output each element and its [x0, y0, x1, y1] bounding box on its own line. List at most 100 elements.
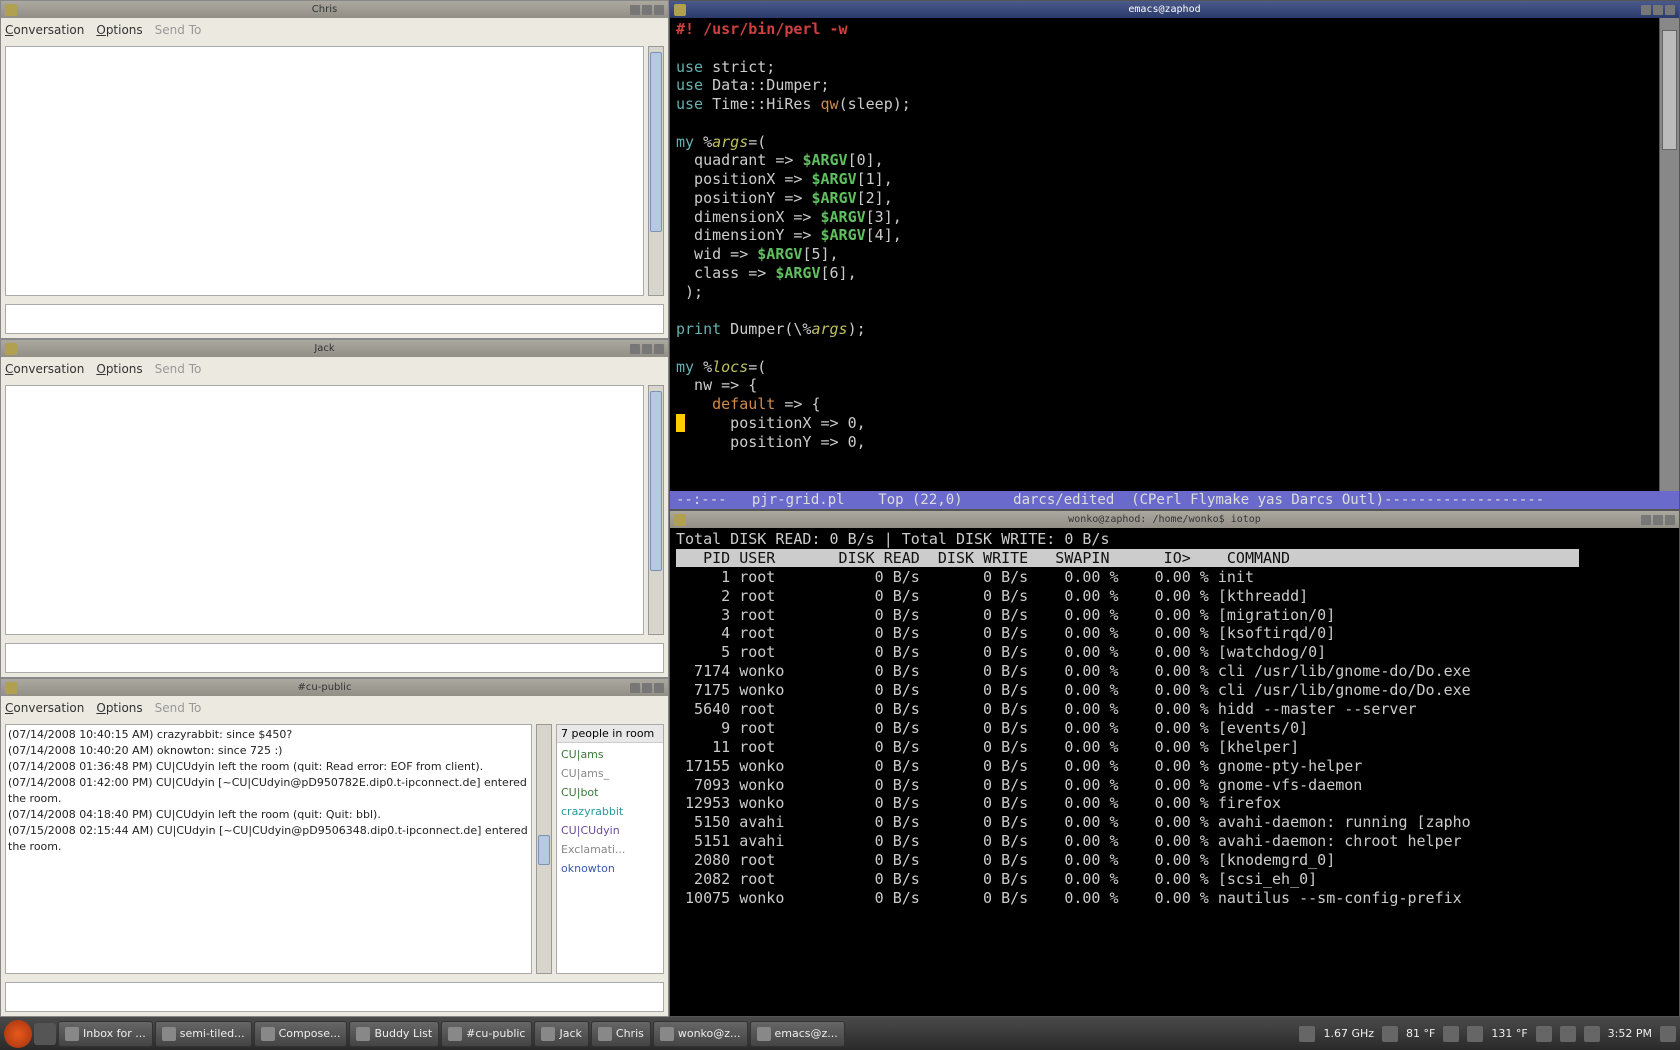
- task-label: #cu-public: [466, 1027, 525, 1040]
- roster-item[interactable]: CU|bot: [561, 783, 659, 802]
- close-icon[interactable]: [654, 683, 664, 693]
- menu-item[interactable]: Options: [96, 701, 142, 715]
- close-icon[interactable]: [1665, 5, 1675, 15]
- menu-item[interactable]: Conversation: [5, 701, 84, 715]
- volume-icon[interactable]: [1560, 1026, 1576, 1042]
- taskbar-task[interactable]: wonko@z...: [653, 1021, 748, 1047]
- scrollbar[interactable]: [648, 46, 664, 296]
- titlebar[interactable]: Chris: [1, 1, 668, 18]
- window-title: Jack: [21, 343, 628, 354]
- tray-icon[interactable]: [1584, 1026, 1600, 1042]
- task-label: Chris: [616, 1027, 644, 1040]
- system-tray: 1.67 GHz 81 °F 131 °F 3:52 PM: [1299, 1026, 1676, 1042]
- app-icon: [5, 682, 17, 694]
- taskbar-task[interactable]: semi-tiled...: [155, 1021, 252, 1047]
- emacs-window[interactable]: emacs@zaphod #! /usr/bin/perl -w use str…: [669, 0, 1680, 510]
- app-icon: [5, 343, 17, 355]
- emacs-title: emacs@zaphod: [690, 4, 1639, 15]
- scrollbar[interactable]: [536, 724, 552, 974]
- scrollbar[interactable]: [648, 385, 664, 635]
- scrollbar-thumb[interactable]: [650, 52, 662, 232]
- task-label: Buddy List: [374, 1027, 432, 1040]
- terminal-title: wonko@zaphod: /home/wonko$ iotop: [690, 514, 1639, 525]
- terminal-output[interactable]: Total DISK READ: 0 B/s | Total DISK WRIT…: [670, 528, 1679, 1016]
- terminal-icon: [674, 514, 686, 526]
- task-icon: [162, 1027, 176, 1041]
- task-label: Inbox for ...: [83, 1027, 146, 1040]
- start-button[interactable]: [4, 1020, 32, 1048]
- taskbar-task[interactable]: Chris: [591, 1021, 651, 1047]
- chat-window[interactable]: #cu-public Conversation Options Send To (…: [0, 678, 669, 1017]
- emacs-modeline: --:--- pjr-grid.pl Top (22,0) darcs/edit…: [670, 491, 1679, 509]
- task-icon: [356, 1027, 370, 1041]
- task-label: Jack: [559, 1027, 581, 1040]
- show-desktop-icon[interactable]: [34, 1023, 56, 1045]
- menu-item[interactable]: Options: [96, 362, 142, 376]
- taskbar-task[interactable]: Buddy List: [349, 1021, 439, 1047]
- chat-log[interactable]: [5, 385, 644, 635]
- roster: 7 people in room CU|amsCU|ams_CU|botcraz…: [556, 724, 664, 974]
- window-title: #cu-public: [21, 682, 628, 693]
- close-icon[interactable]: [654, 344, 664, 354]
- terminal-window[interactable]: wonko@zaphod: /home/wonko$ iotop Total D…: [669, 510, 1680, 1017]
- logout-icon[interactable]: [1660, 1026, 1676, 1042]
- minimize-icon[interactable]: [1641, 515, 1651, 525]
- menu-item-disabled: Send To: [155, 701, 202, 715]
- taskbar: Inbox for ... semi-tiled... Compose... Budd…: [0, 1017, 1680, 1050]
- roster-item[interactable]: oknowton: [561, 859, 659, 878]
- taskbar-task[interactable]: Inbox for ...: [58, 1021, 153, 1047]
- emacs-icon: [674, 4, 686, 16]
- taskbar-task[interactable]: #cu-public: [441, 1021, 532, 1047]
- roster-item[interactable]: Exclamati...: [561, 840, 659, 859]
- chat-log[interactable]: (07/14/2008 10:40:15 AM) crazyrabbit: si…: [5, 724, 532, 974]
- menu-item[interactable]: Conversation: [5, 23, 84, 37]
- emacs-titlebar[interactable]: emacs@zaphod: [670, 1, 1679, 18]
- close-icon[interactable]: [1665, 515, 1675, 525]
- menu-item[interactable]: Conversation: [5, 362, 84, 376]
- maximize-icon[interactable]: [642, 344, 652, 354]
- scrollbar-thumb[interactable]: [538, 835, 550, 865]
- maximize-icon[interactable]: [1653, 515, 1663, 525]
- close-icon[interactable]: [654, 5, 664, 15]
- maximize-icon[interactable]: [1653, 5, 1663, 15]
- task-icon: [757, 1027, 771, 1041]
- chat-window[interactable]: Jack ConversationOptions Send To: [0, 339, 669, 678]
- roster-item[interactable]: CU|ams: [561, 745, 659, 764]
- minimize-icon[interactable]: [1641, 5, 1651, 15]
- roster-item[interactable]: crazyrabbit: [561, 802, 659, 821]
- menu-item[interactable]: Options: [96, 23, 142, 37]
- taskbar-task[interactable]: Jack: [534, 1021, 588, 1047]
- menubar: ConversationOptions Send To: [1, 357, 668, 381]
- task-label: semi-tiled...: [180, 1027, 245, 1040]
- tray-icon[interactable]: [1443, 1026, 1459, 1042]
- message-input[interactable]: [5, 643, 664, 673]
- minimize-icon[interactable]: [630, 683, 640, 693]
- terminal-titlebar[interactable]: wonko@zaphod: /home/wonko$ iotop: [670, 511, 1679, 528]
- chat-log[interactable]: [5, 46, 644, 296]
- titlebar[interactable]: Jack: [1, 340, 668, 357]
- chat-window[interactable]: Chris ConversationOptions Send To: [0, 0, 669, 339]
- emacs-buffer[interactable]: #! /usr/bin/perl -w use strict; use Data…: [670, 18, 1659, 491]
- minimize-icon[interactable]: [630, 344, 640, 354]
- task-label: emacs@z...: [775, 1027, 838, 1040]
- scrollbar-thumb[interactable]: [650, 391, 662, 571]
- network-icon[interactable]: [1536, 1026, 1552, 1042]
- message-input[interactable]: [5, 982, 664, 1012]
- emacs-scrollbar[interactable]: [1659, 18, 1679, 491]
- window-title: Chris: [21, 4, 628, 15]
- maximize-icon[interactable]: [642, 683, 652, 693]
- maximize-icon[interactable]: [642, 5, 652, 15]
- clock: 3:52 PM: [1608, 1027, 1652, 1040]
- weather-icon[interactable]: [1382, 1026, 1398, 1042]
- tray-icon[interactable]: [1467, 1026, 1483, 1042]
- taskbar-task[interactable]: emacs@z...: [750, 1021, 845, 1047]
- message-input[interactable]: [5, 304, 664, 334]
- titlebar[interactable]: #cu-public: [1, 679, 668, 696]
- temp2-label: 131 °F: [1491, 1027, 1527, 1040]
- scrollbar-thumb[interactable]: [1662, 30, 1677, 150]
- minimize-icon[interactable]: [630, 5, 640, 15]
- roster-item[interactable]: CU|ams_: [561, 764, 659, 783]
- tray-icon[interactable]: [1299, 1026, 1315, 1042]
- taskbar-task[interactable]: Compose...: [254, 1021, 348, 1047]
- roster-item[interactable]: CU|CUdyin: [561, 821, 659, 840]
